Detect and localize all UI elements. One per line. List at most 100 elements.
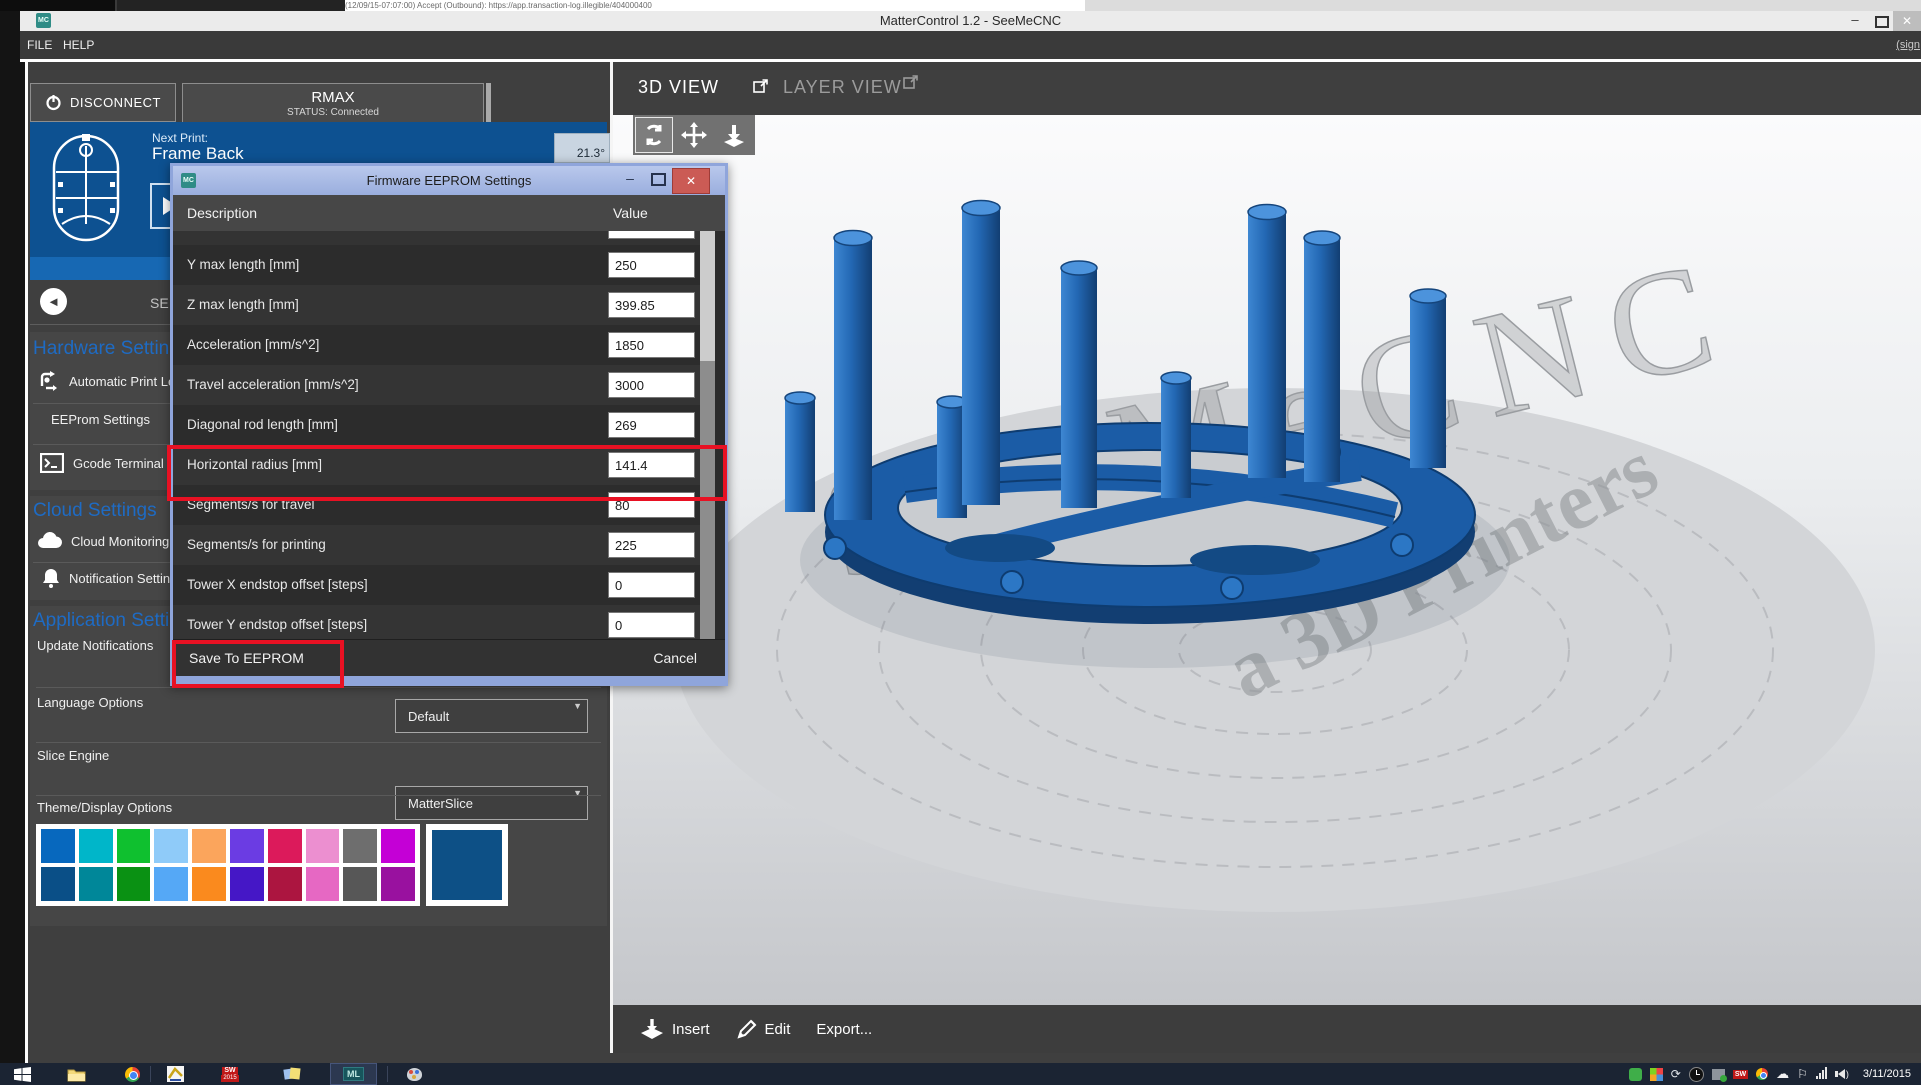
theme-swatch[interactable] (117, 867, 151, 901)
printer-status-box[interactable]: RMAX STATUS: Connected (182, 83, 484, 124)
edit-button[interactable]: Edit (736, 1018, 791, 1040)
temperature-widget[interactable]: 21.3° (554, 133, 610, 163)
theme-swatch[interactable] (154, 867, 188, 901)
value-input[interactable] (608, 372, 695, 398)
tab-layer-view[interactable]: LAYER VIEW (783, 77, 902, 98)
table-row[interactable]: Tower Y endstop offset [steps] (173, 605, 700, 639)
theme-swatch[interactable] (192, 829, 226, 863)
tray-device-icon[interactable] (1712, 1069, 1725, 1080)
tray-solidworks-icon[interactable]: SW (1733, 1070, 1748, 1079)
sidebar-item-eeprom-settings[interactable]: EEProm Settings (51, 412, 150, 427)
export-button[interactable]: Export... (816, 1021, 872, 1038)
value-input[interactable] (608, 332, 695, 358)
tray-action-center-icon[interactable]: ⚐ (1797, 1067, 1808, 1081)
theme-swatch-selected[interactable] (426, 824, 508, 906)
table-row-horizontal-radius[interactable]: Horizontal radius [mm] (173, 445, 700, 485)
table-row[interactable]: Z max length [mm] (173, 285, 700, 325)
scrollbar-thumb[interactable] (486, 83, 491, 122)
theme-swatch[interactable] (343, 867, 377, 901)
tray-clock-icon[interactable] (1689, 1067, 1704, 1082)
table-row[interactable]: Acceleration [mm/s^2] (173, 325, 700, 365)
value-input[interactable] (608, 612, 695, 638)
taskbar-mattercontrol-active[interactable]: ML (330, 1063, 377, 1085)
theme-swatch[interactable] (154, 829, 188, 863)
popout-icon[interactable] (753, 79, 769, 93)
move-tool-button[interactable] (675, 117, 713, 153)
value-input[interactable] (608, 231, 695, 239)
theme-swatch[interactable] (117, 829, 151, 863)
theme-swatch[interactable] (41, 867, 75, 901)
popout-icon[interactable] (903, 75, 919, 89)
sidebar-item-gcode-terminal[interactable]: Gcode Terminal (40, 453, 164, 473)
table-row[interactable]: Tower X endstop offset [steps] (173, 565, 700, 605)
theme-swatch[interactable] (268, 829, 302, 863)
3d-viewport[interactable]: SeeMeCNC a 3D Printers (613, 115, 1921, 1005)
dialog-maximize-button[interactable] (651, 173, 666, 186)
disconnect-button[interactable]: DISCONNECT (30, 83, 176, 122)
theme-swatch[interactable] (381, 829, 415, 863)
theme-swatch[interactable] (306, 867, 340, 901)
taskbar-cad-app[interactable] (165, 1065, 185, 1083)
maximize-button[interactable] (1875, 16, 1889, 28)
value-input[interactable] (608, 452, 695, 478)
theme-swatch[interactable] (306, 829, 340, 863)
theme-swatch[interactable] (343, 829, 377, 863)
language-select[interactable]: Default ▼ (395, 699, 588, 733)
back-arrow-icon[interactable]: ◄ (40, 288, 67, 315)
theme-swatch[interactable] (192, 867, 226, 901)
value-input[interactable] (608, 412, 695, 438)
dialog-scrollbar[interactable] (700, 231, 715, 639)
theme-swatch[interactable] (79, 829, 113, 863)
sign-in-link[interactable]: (sign (1896, 31, 1920, 59)
tray-green-app-icon[interactable] (1629, 1068, 1642, 1081)
table-row[interactable]: Travel acceleration [mm/s^2] (173, 365, 700, 405)
menu-help[interactable]: HELP (63, 31, 94, 59)
drop-to-bed-tool-button[interactable] (715, 117, 753, 153)
table-row[interactable]: Y max length [mm] (173, 245, 700, 285)
taskbar-sticky-notes[interactable] (282, 1065, 302, 1083)
table-row[interactable]: Diagonal rod length [mm] (173, 405, 700, 445)
settings-tab-partial[interactable]: SE (150, 295, 169, 311)
tray-color-grid-icon[interactable] (1650, 1068, 1663, 1081)
menu-file[interactable]: FILE (27, 31, 52, 59)
sidebar-item-notification-settings[interactable]: Notification Settings (42, 568, 184, 588)
taskbar-solidworks[interactable]: SW 2015 (220, 1065, 240, 1083)
tray-onedrive-icon[interactable]: ☁ (1776, 1066, 1789, 1082)
value-input[interactable] (608, 252, 695, 278)
save-to-eeprom-button[interactable]: Save To EEPROM (189, 640, 304, 676)
value-input[interactable] (608, 532, 695, 558)
theme-swatch[interactable] (381, 867, 415, 901)
theme-swatch[interactable] (79, 867, 113, 901)
value-input[interactable] (608, 492, 695, 518)
rotate-tool-button[interactable] (635, 117, 673, 153)
dialog-titlebar[interactable]: MC Firmware EEPROM Settings – ✕ (173, 166, 725, 195)
dialog-close-button[interactable]: ✕ (672, 168, 710, 194)
theme-swatch[interactable] (41, 829, 75, 863)
table-row[interactable]: Segments/s for printing (173, 525, 700, 565)
taskbar-date[interactable]: 3/11/2015 (1857, 1068, 1917, 1080)
dialog-minimize-button[interactable]: – (623, 166, 637, 190)
tray-sync-icon[interactable]: ⟳ (1671, 1067, 1681, 1081)
table-row[interactable]: Segments/s for travel (173, 485, 700, 525)
taskbar-chrome[interactable] (122, 1065, 142, 1083)
tray-network-icon[interactable] (1816, 1069, 1827, 1079)
tray-volume-icon[interactable]: ) (1835, 1069, 1849, 1079)
taskbar-paint[interactable] (404, 1065, 424, 1083)
slice-engine-select[interactable]: MatterSlice ▼ (395, 786, 588, 820)
theme-swatch[interactable] (230, 829, 264, 863)
minimize-button[interactable]: – (1848, 11, 1862, 29)
value-input[interactable] (608, 292, 695, 318)
theme-swatch[interactable] (268, 867, 302, 901)
sidebar-item-cloud-monitoring[interactable]: Cloud Monitoring (36, 532, 169, 550)
scrollbar-thumb[interactable] (700, 231, 715, 361)
sidebar-item-update-notifications[interactable]: Update Notifications (37, 638, 153, 653)
value-input[interactable] (608, 572, 695, 598)
theme-swatch[interactable] (230, 867, 264, 901)
cancel-button[interactable]: Cancel (653, 640, 697, 676)
start-button[interactable] (12, 1065, 32, 1083)
close-button[interactable]: ✕ (1893, 11, 1921, 31)
insert-button[interactable]: Insert (639, 1018, 710, 1040)
tray-chrome-icon[interactable] (1756, 1068, 1768, 1080)
taskbar-file-explorer[interactable] (66, 1065, 86, 1083)
tab-3d-view[interactable]: 3D VIEW (638, 77, 719, 98)
